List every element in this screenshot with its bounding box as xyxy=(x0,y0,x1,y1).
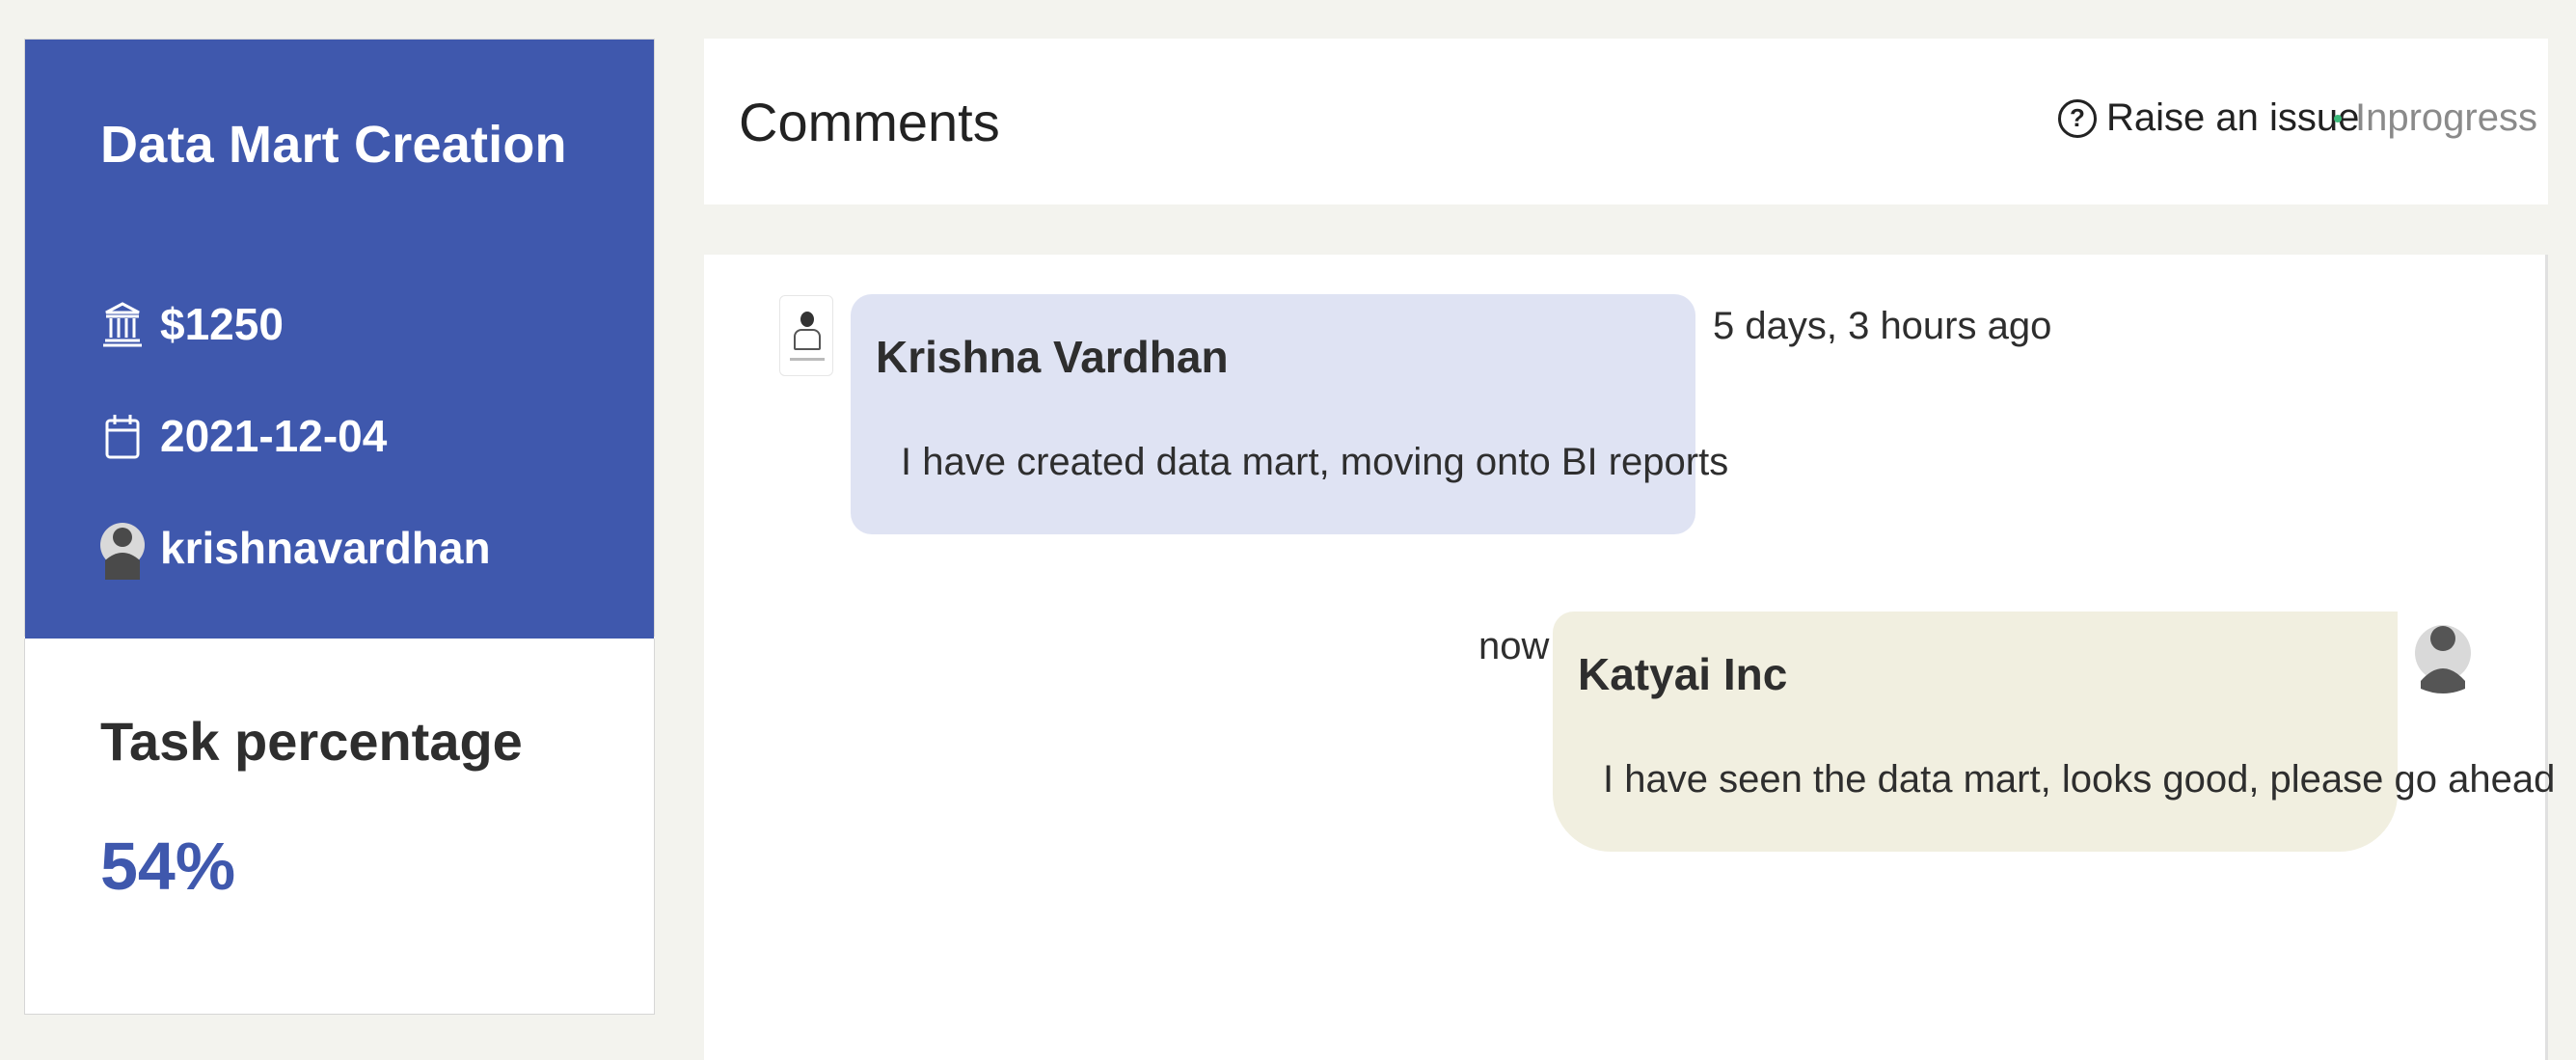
status-label: Inprogress xyxy=(2355,96,2537,139)
task-amount-row: $1250 xyxy=(100,298,284,350)
comment-message: I have seen the data mart, looks good, p… xyxy=(1603,758,2556,801)
user-icon xyxy=(100,523,145,580)
task-percentage-label: Task percentage xyxy=(100,711,523,772)
task-date-row: 2021-12-04 xyxy=(100,410,387,462)
task-amount: $1250 xyxy=(160,299,284,349)
bank-icon xyxy=(100,299,145,349)
task-progress-card: Task percentage 54% xyxy=(24,639,655,1015)
comments-title: Comments xyxy=(739,92,1000,152)
task-title: Data Mart Creation xyxy=(100,116,567,174)
comment-timestamp: now xyxy=(1478,625,1550,667)
calendar-icon xyxy=(100,411,145,461)
task-card: Data Mart Creation $1250 2021-12-04 kris… xyxy=(24,39,655,639)
comment-timestamp: 5 days, 3 hours ago xyxy=(1713,305,2052,347)
task-header: Data Mart Creation $1250 2021-12-04 kris… xyxy=(25,40,654,639)
comment-author: Krishna Vardhan xyxy=(876,332,1229,382)
comment-message: I have created data mart, moving onto BI… xyxy=(901,441,1729,483)
question-icon: ? xyxy=(2058,98,2097,138)
comment-bubble-received: Krishna Vardhan I have created data mart… xyxy=(851,294,1728,534)
status-dot-icon xyxy=(2334,114,2342,122)
comments-header: Comments ? Raise an issue Inprogress xyxy=(704,39,2548,204)
task-user-row: krishnavardhan xyxy=(100,522,491,580)
comment-bubble-sent: Katyai Inc I have seen the data mart, lo… xyxy=(1553,612,2555,852)
status-badge: Inprogress xyxy=(2334,96,2537,140)
task-percentage-value: 54% xyxy=(100,829,236,904)
avatar-photo xyxy=(779,295,833,376)
task-date: 2021-12-04 xyxy=(160,411,388,461)
raise-issue-button[interactable]: ? Raise an issue xyxy=(2058,96,2359,140)
comment-author: Katyai Inc xyxy=(1578,649,1788,699)
raise-issue-label: Raise an issue xyxy=(2106,96,2360,139)
avatar-icon xyxy=(2415,610,2471,696)
task-user: krishnavardhan xyxy=(160,523,491,573)
